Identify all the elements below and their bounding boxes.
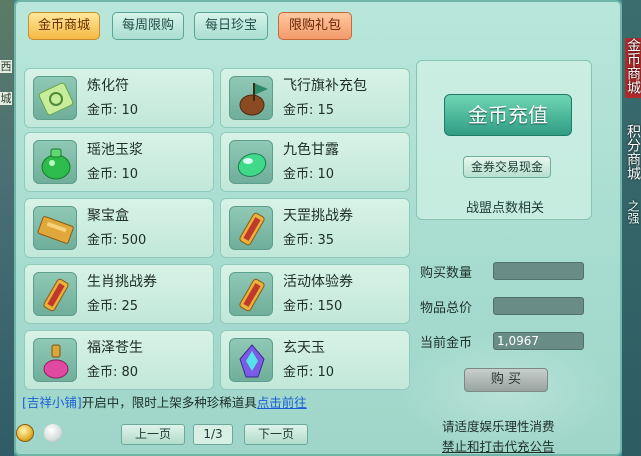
- tab-gold-mall[interactable]: 金币商城: [28, 12, 100, 40]
- footer-anti-proxy-link[interactable]: 禁止和打击代充公告: [442, 436, 555, 455]
- item-name: 炼化符: [87, 78, 129, 94]
- scroll-icon: [33, 272, 77, 316]
- item-price: 金币: 35: [283, 233, 335, 248]
- notice-link[interactable]: 点击前往: [257, 395, 307, 410]
- item-card[interactable]: 生肖挑战券 金币: 25: [24, 264, 214, 324]
- page-indicator: 1/3: [193, 424, 233, 445]
- item-card[interactable]: 聚宝盒 金币: 500: [24, 198, 214, 258]
- potion-icon: [33, 338, 77, 382]
- next-page-button[interactable]: 下一页: [244, 424, 308, 445]
- prev-page-button[interactable]: 上一页: [121, 424, 185, 445]
- tab-limited-pack[interactable]: 限购礼包: [278, 12, 352, 40]
- side-tab-gold-mall[interactable]: 金币商城: [625, 38, 641, 98]
- item-card[interactable]: 瑶池玉浆 金币: 10: [24, 132, 214, 192]
- item-price: 金币: 80: [87, 365, 139, 380]
- item-price: 金币: 150: [283, 299, 343, 314]
- total-price-label: 物品总价: [420, 301, 473, 316]
- crystal-icon: [229, 338, 273, 382]
- item-card[interactable]: 玄天玉 金币: 10: [220, 330, 410, 390]
- item-name: 九色甘露: [283, 142, 339, 158]
- item-price: 金币: 25: [87, 299, 139, 314]
- item-price: 金币: 10: [283, 365, 335, 380]
- item-name: 天罡挑战券: [283, 208, 353, 224]
- side-text-fragment-label: 之强: [626, 200, 640, 224]
- item-price: 金币: 10: [87, 167, 139, 182]
- item-price: 金币: 500: [87, 233, 147, 248]
- buy-button[interactable]: 购 买: [464, 368, 548, 392]
- total-price-field: [493, 297, 584, 315]
- item-name: 飞行旗补充包: [283, 78, 367, 94]
- side-tab-points-mall[interactable]: 积分商城: [625, 124, 641, 184]
- gold-topup-button[interactable]: 金币充值: [444, 94, 572, 136]
- scroll-icon: [229, 272, 273, 316]
- quantity-input[interactable]: [493, 262, 584, 280]
- league-points-link[interactable]: 战盟点数相关: [466, 197, 544, 216]
- item-name: 福泽苍生: [87, 340, 143, 356]
- item-card[interactable]: 九色甘露 金币: 10: [220, 132, 410, 192]
- balance-field: 1,0967: [493, 332, 584, 350]
- treasure-box-icon: [33, 206, 77, 250]
- tab-daily-treasure[interactable]: 每日珍宝: [194, 12, 268, 40]
- item-name: 瑶池玉浆: [87, 142, 143, 158]
- side-text-fragment: 之强: [625, 200, 641, 228]
- flag-pack-icon: [229, 76, 273, 120]
- item-price: 金币: 10: [87, 103, 139, 118]
- edge-tag-city: 城: [0, 92, 12, 105]
- shop-notice: [吉祥小铺]开启中，限时上架多种珍稀道具点击前往: [22, 392, 307, 411]
- pearl-icon[interactable]: [44, 424, 62, 442]
- item-card[interactable]: 炼化符 金币: 10: [24, 68, 214, 128]
- item-name: 聚宝盒: [87, 208, 129, 224]
- balance-label: 当前金币: [420, 336, 473, 351]
- notice-text: 开启中，限时上架多种珍稀道具: [81, 395, 257, 410]
- item-card[interactable]: 福泽苍生 金币: 80: [24, 330, 214, 390]
- item-name: 生肖挑战券: [87, 274, 157, 290]
- item-name: 活动体验券: [283, 274, 353, 290]
- jade-jar-icon: [33, 140, 77, 184]
- topup-box: [416, 60, 592, 220]
- item-card[interactable]: 天罡挑战券 金币: 35: [220, 198, 410, 258]
- talisman-icon: [33, 76, 77, 120]
- scroll-icon: [229, 206, 273, 250]
- exchange-cash-button[interactable]: 金券交易现金: [463, 156, 551, 178]
- item-price: 金币: 15: [283, 103, 335, 118]
- quantity-label: 购买数量: [420, 266, 473, 281]
- edge-tag-west: 西: [0, 60, 12, 73]
- item-card[interactable]: 飞行旗补充包 金币: 15: [220, 68, 410, 128]
- coin-icon[interactable]: [16, 424, 34, 442]
- notice-tag: [吉祥小铺]: [22, 395, 82, 410]
- tab-weekly-limit[interactable]: 每周限购: [112, 12, 184, 40]
- side-tab-gold-mall-label: 金币商城: [625, 38, 641, 94]
- item-card[interactable]: 活动体验券 金币: 150: [220, 264, 410, 324]
- item-price: 金币: 10: [283, 167, 335, 182]
- side-tab-points-mall-label: 积分商城: [625, 124, 641, 180]
- dew-gem-icon: [229, 140, 273, 184]
- item-name: 玄天玉: [283, 340, 325, 356]
- footer-consume-notice: 请适度娱乐理性消费: [442, 419, 555, 434]
